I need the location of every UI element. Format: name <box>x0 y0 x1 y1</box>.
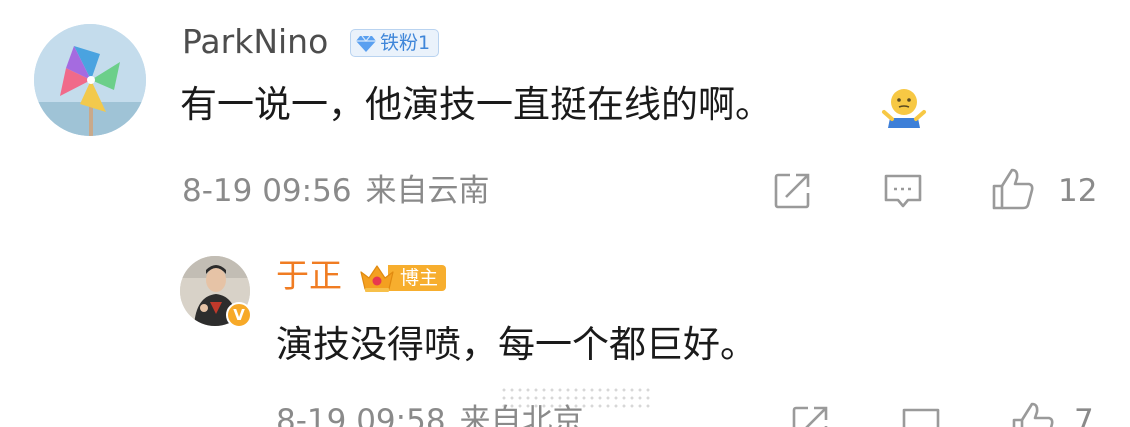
fan-level-badge[interactable]: 铁粉1 <box>350 29 439 57</box>
verified-badge: V <box>226 302 252 328</box>
comment-username[interactable]: ParkNino <box>182 22 328 62</box>
comment-meta: 8-19 09:56 来自云南 <box>182 172 490 210</box>
thumbs-up-icon[interactable] <box>990 166 1036 212</box>
reply-text: 演技没得喷，每一个都巨好。 <box>276 323 757 366</box>
reply-username[interactable]: 于正 <box>276 256 342 296</box>
reply-location: 来自北京 <box>459 403 584 427</box>
like-count: 12 <box>1058 173 1098 209</box>
reply-meta: 8-19 09:58 来自北京 <box>276 402 584 427</box>
comment-text: 有一说一，他演技一直挺在线的啊。 <box>180 83 772 126</box>
share-icon[interactable] <box>772 171 812 211</box>
thumbs-up-icon[interactable] <box>1010 400 1056 427</box>
host-badge: 博主 <box>358 262 447 294</box>
comment-icon[interactable] <box>882 172 924 212</box>
shrug-emoji-icon <box>882 89 926 128</box>
comment-location: 来自云南 <box>365 173 490 209</box>
comment-icon[interactable] <box>900 406 942 427</box>
comment-thread: ParkNino 铁粉1 有一说一，他演技一直挺在线的啊。 8-19 09:56… <box>0 0 1130 427</box>
host-badge-label: 博主 <box>388 265 447 291</box>
pinwheel-avatar-image <box>34 24 146 136</box>
fan-badge-label: 铁粉1 <box>380 32 431 54</box>
diamond-icon <box>356 35 376 52</box>
reply-date: 8-19 09:58 <box>276 403 446 427</box>
like-count: 7 <box>1074 403 1094 427</box>
share-icon[interactable] <box>790 404 830 427</box>
user-avatar[interactable] <box>34 24 146 136</box>
comment-date: 8-19 09:56 <box>182 173 352 209</box>
crown-icon <box>360 265 394 292</box>
